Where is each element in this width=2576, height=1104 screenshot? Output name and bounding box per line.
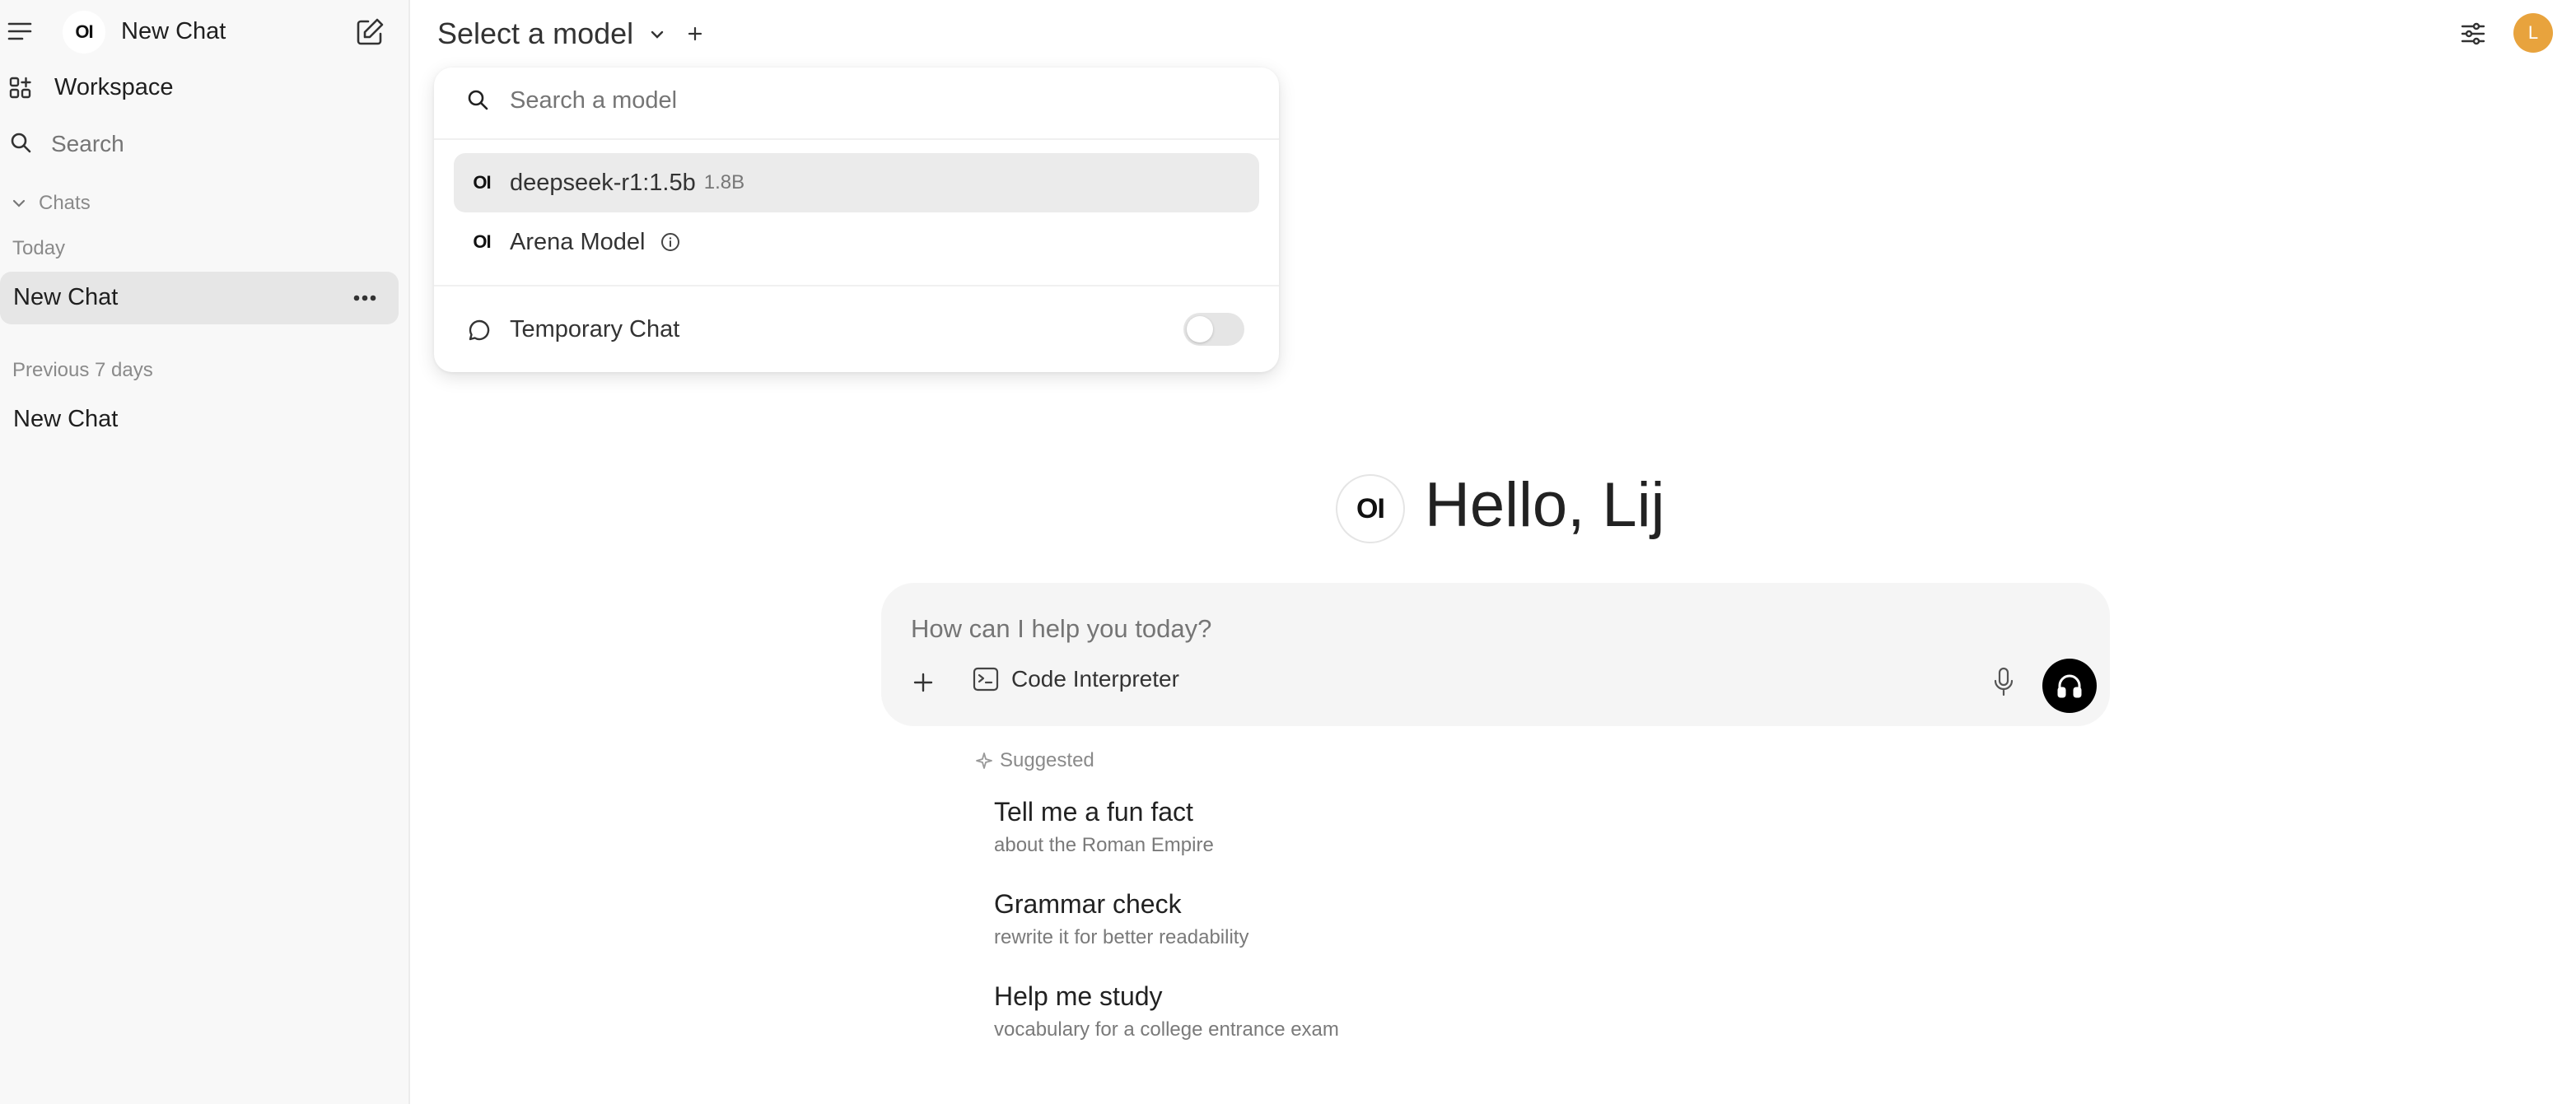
model-size: 1.8B xyxy=(703,171,745,193)
suggested-header: Suggested xyxy=(975,749,1094,772)
terminal-icon xyxy=(973,667,999,692)
model-selector-label[interactable]: Select a model xyxy=(437,16,633,51)
code-interpreter-button[interactable]: Code Interpreter xyxy=(972,665,1179,693)
model-selector-dropdown: OI deepseek-r1:1.5b 1.8B OI Arena Model … xyxy=(434,68,1279,372)
settings-sliders-icon[interactable] xyxy=(2459,20,2487,48)
chevron-down-icon[interactable] xyxy=(647,25,667,44)
temporary-chat-toggle[interactable] xyxy=(1183,313,1244,346)
suggestion-title: Help me study xyxy=(994,981,1163,1011)
info-icon[interactable] xyxy=(660,231,681,253)
suggestion-item[interactable]: Help me study vocabulary for a college e… xyxy=(994,981,1339,1041)
chats-section-label[interactable]: Chats xyxy=(39,192,91,215)
search-icon xyxy=(8,130,33,155)
workspace-icon[interactable] xyxy=(7,74,35,102)
voice-mode-button[interactable] xyxy=(2042,659,2097,713)
temporary-chat-label: Temporary Chat xyxy=(510,316,680,342)
suggestion-item[interactable]: Grammar check rewrite it for better read… xyxy=(994,889,1248,949)
message-input[interactable] xyxy=(909,608,1983,650)
suggestion-subtitle: about the Roman Empire xyxy=(994,834,1214,856)
toggle-knob xyxy=(1187,316,1213,342)
search-icon xyxy=(465,87,490,112)
model-search-input[interactable] xyxy=(508,82,1236,119)
chat-item-label[interactable]: New Chat xyxy=(13,284,118,311)
chat-item-label[interactable]: New Chat xyxy=(13,406,118,433)
model-option-arena[interactable]: OI Arena Model xyxy=(454,212,1259,272)
model-option-deepseek[interactable]: OI deepseek-r1:1.5b 1.8B xyxy=(454,153,1259,212)
suggested-label: Suggested xyxy=(1000,749,1094,771)
model-logo: OI xyxy=(473,172,491,193)
sparkle-icon xyxy=(976,752,992,769)
divider xyxy=(434,138,1279,140)
sidebar: OI New Chat Workspace Chats Today New Ch… xyxy=(0,0,410,1104)
user-avatar-initial: L xyxy=(2527,22,2539,43)
assistant-logo: OI xyxy=(1336,474,1405,543)
suggestion-title: Tell me a fun fact xyxy=(994,797,1193,827)
suggestion-title: Grammar check xyxy=(994,889,1182,919)
app-logo: OI xyxy=(63,11,105,54)
group-label-today: Today xyxy=(12,237,66,259)
suggestion-subtitle: rewrite it for better readability xyxy=(994,926,1249,948)
new-chat-icon[interactable] xyxy=(352,15,387,49)
sidebar-search-input[interactable] xyxy=(49,127,382,161)
chat-bubble-icon xyxy=(467,318,492,342)
chevron-down-icon[interactable] xyxy=(10,194,28,212)
assistant-logo-text: OI xyxy=(1356,492,1385,524)
model-name: deepseek-r1:1.5b xyxy=(510,169,696,196)
message-composer: Code Interpreter xyxy=(881,583,2110,726)
code-interpreter-label: Code Interpreter xyxy=(1011,666,1179,692)
group-label-previous-7-days: Previous 7 days xyxy=(12,359,153,381)
headphones-icon xyxy=(2057,674,2082,698)
menu-icon[interactable] xyxy=(5,16,35,46)
more-options-icon[interactable] xyxy=(351,286,379,310)
add-attachment-icon[interactable] xyxy=(909,668,937,696)
sidebar-title[interactable]: New Chat xyxy=(121,18,226,45)
divider xyxy=(434,285,1279,286)
suggestion-subtitle: vocabulary for a college entrance exam xyxy=(994,1018,1339,1041)
suggestion-item[interactable]: Tell me a fun fact about the Roman Empir… xyxy=(994,797,1214,857)
model-logo: OI xyxy=(473,231,491,252)
add-model-icon[interactable] xyxy=(685,24,705,44)
microphone-icon[interactable] xyxy=(1990,665,2018,698)
user-avatar[interactable]: L xyxy=(2513,13,2553,53)
greeting-heading: Hello, Lij xyxy=(1425,470,1665,540)
app-logo-text: OI xyxy=(75,21,93,42)
sidebar-item-workspace[interactable]: Workspace xyxy=(54,74,174,101)
model-name: Arena Model xyxy=(510,228,646,255)
